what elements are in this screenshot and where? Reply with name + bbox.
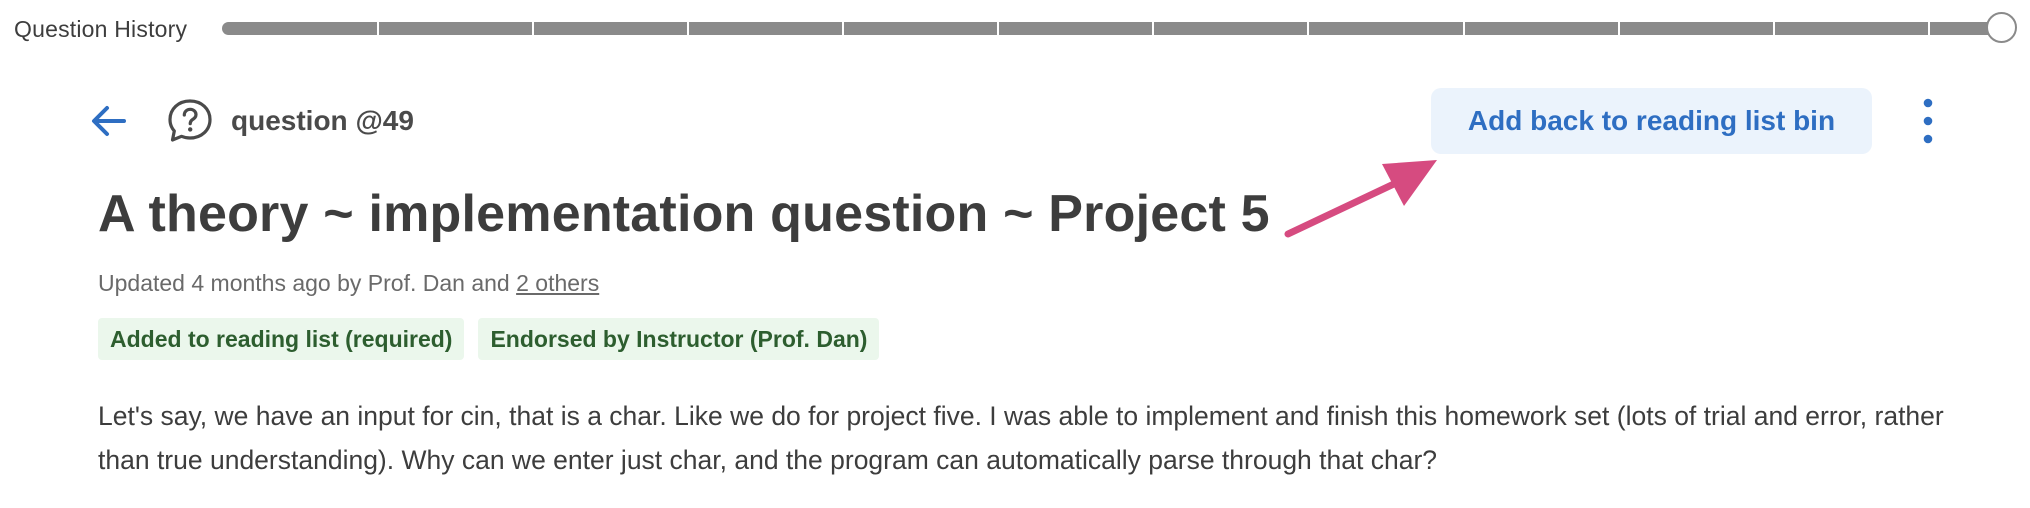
kebab-menu-icon[interactable] (1913, 92, 1943, 150)
reading-list-badge: Added to reading list (required) (98, 318, 465, 360)
history-segment-divider (1928, 22, 1930, 35)
post-header: question @49 Add back to reading list bi… (0, 84, 2030, 158)
history-segment-divider (1618, 22, 1620, 35)
question-history-label: Question History (14, 16, 188, 42)
add-back-to-reading-list-button[interactable]: Add back to reading list bin (1431, 88, 1872, 154)
history-segment-divider (377, 22, 379, 35)
post-meta: Updated 4 months ago by Prof. Dan and 2 … (98, 270, 599, 297)
history-segment-divider (1307, 22, 1309, 35)
post-badges: Added to reading list (required) Endorse… (98, 318, 880, 360)
history-segment-divider (1463, 22, 1465, 35)
history-slider-handle[interactable] (1986, 12, 2017, 43)
question-history-bar: Question History (0, 0, 2030, 62)
post-number-label: question @49 (231, 105, 414, 136)
history-segment-divider (1773, 22, 1775, 35)
history-segment-divider (532, 22, 534, 35)
post-meta-text: Updated 4 months ago by Prof. Dan and (98, 270, 517, 296)
post-body: Let's say, we have an input for cin, tha… (98, 401, 1944, 475)
post-title: A theory ~ implementation question ~ Pro… (98, 185, 1270, 243)
arrow-left-icon[interactable] (88, 100, 130, 142)
history-segment-divider (687, 22, 689, 35)
others-link[interactable]: 2 others (516, 270, 599, 296)
annotation-arrow-icon (1284, 160, 1437, 238)
question-bubble-icon (168, 99, 212, 142)
history-slider-track[interactable] (222, 22, 2002, 35)
endorsed-badge: Endorsed by Instructor (Prof. Dan) (478, 318, 880, 360)
history-segment-divider (842, 22, 844, 35)
history-segment-divider (1152, 22, 1154, 35)
history-segment-divider (997, 22, 999, 35)
